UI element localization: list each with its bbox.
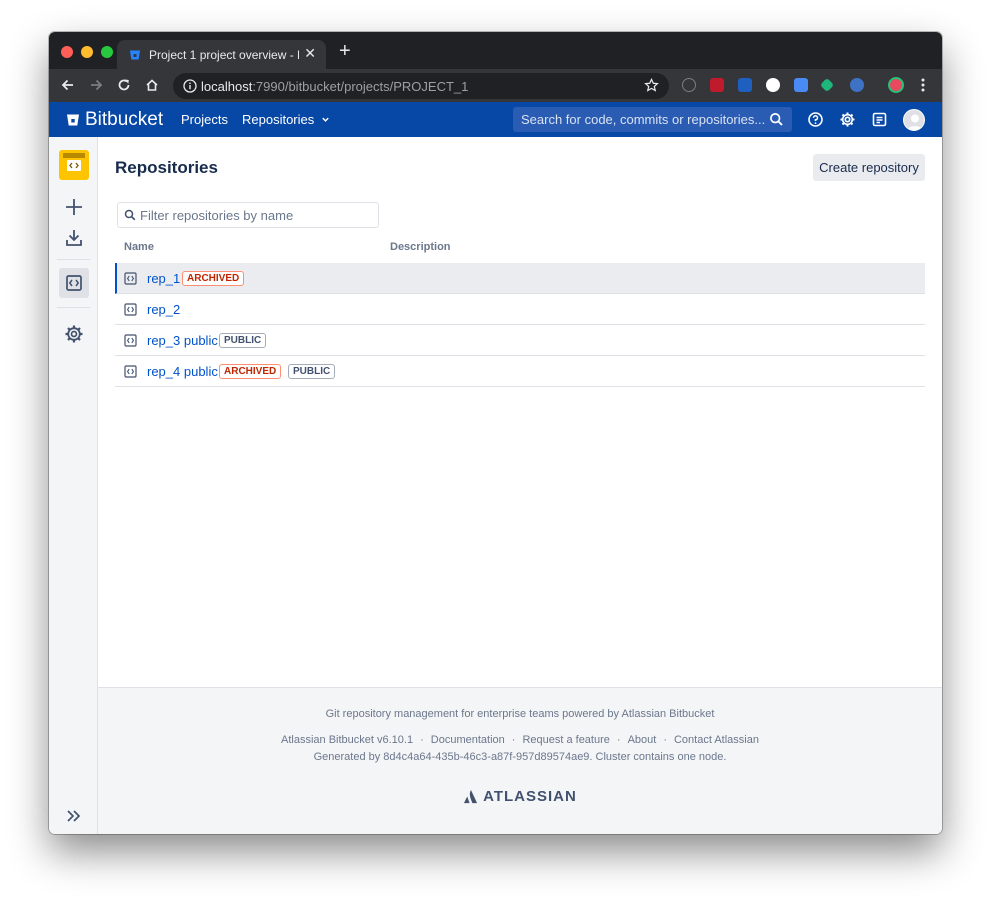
repo-name-link[interactable]: rep_4 public: [147, 364, 218, 379]
extension-shield-icon[interactable]: [738, 78, 752, 92]
public-badge: PUBLIC: [288, 364, 336, 379]
footer-links: Atlassian Bitbucket v6.10.1 · Documentatio…: [98, 734, 942, 746]
expand-sidebar-icon[interactable]: [59, 801, 89, 831]
archived-badge: ARCHIVED: [219, 364, 282, 379]
atlassian-wordmark: ATLASSIAN: [483, 788, 577, 805]
minimize-window-button[interactable]: [81, 46, 93, 58]
atlassian-logo[interactable]: ATLASSIAN: [98, 788, 942, 805]
filter-box[interactable]: [117, 202, 379, 228]
user-avatar[interactable]: [903, 109, 925, 131]
extension-ublock-icon[interactable]: [710, 78, 724, 92]
search-icon[interactable]: [769, 112, 784, 127]
footer-separator: ·: [420, 734, 424, 746]
extension-info-icon[interactable]: [682, 78, 696, 92]
repo-name-link[interactable]: rep_3 public: [147, 333, 218, 348]
extension-globe-icon[interactable]: [850, 78, 864, 92]
footer-version: Atlassian Bitbucket v6.10.1: [281, 734, 414, 746]
footer-separator: ·: [616, 734, 621, 746]
tab-strip: Project 1 project overview - Bitbu ✕ +: [49, 32, 942, 69]
project-code-icon: [63, 153, 85, 171]
footer-link-about[interactable]: About: [628, 734, 657, 746]
bitbucket-logo-icon: [67, 114, 79, 126]
public-badge: PUBLIC: [219, 333, 267, 348]
table-row[interactable]: rep_1 ARCHIVED: [115, 263, 925, 294]
repository-icon: [66, 275, 82, 291]
table-row[interactable]: rep_2: [115, 294, 925, 325]
filter-repositories-input[interactable]: [140, 206, 370, 224]
close-window-button[interactable]: [61, 46, 73, 58]
global-search[interactable]: Search for code, commits or repositories…: [513, 107, 792, 132]
atlassian-logo-icon: [464, 789, 478, 804]
address-bar[interactable]: localhost:7990/bitbucket/projects/PROJEC…: [173, 73, 669, 99]
nav-projects[interactable]: Projects: [181, 112, 228, 127]
sidebar-divider: [57, 307, 90, 308]
new-tab-icon[interactable]: +: [339, 41, 351, 61]
extension-translate-icon[interactable]: [794, 78, 808, 92]
browser-window: Project 1 project overview - Bitbu ✕ + l…: [49, 32, 942, 834]
browser-tab[interactable]: Project 1 project overview - Bitbu ✕: [117, 40, 326, 69]
bookmark-star-icon[interactable]: [644, 78, 659, 93]
bitbucket-logo[interactable]: Bitbucket: [66, 109, 163, 131]
repository-icon: [124, 365, 137, 378]
column-header-description: Description: [390, 241, 451, 253]
maximize-window-button[interactable]: [101, 46, 113, 58]
page-footer: Git repository management for enterprise…: [98, 687, 942, 834]
sidebar-divider: [57, 259, 90, 260]
clone-download-icon[interactable]: [59, 223, 89, 253]
page-title: Repositories: [115, 158, 218, 177]
tab-close-icon[interactable]: ✕: [304, 45, 316, 62]
footer-link-request-feature[interactable]: Request a feature: [522, 734, 609, 746]
table-row[interactable]: rep_3 public PUBLIC: [115, 325, 925, 356]
table-row[interactable]: rep_4 public ARCHIVED PUBLIC: [115, 356, 925, 387]
profile-avatar-icon[interactable]: [888, 77, 904, 93]
site-info-icon[interactable]: [183, 79, 197, 93]
reload-icon[interactable]: [116, 77, 132, 93]
footer-link-contact[interactable]: Contact Atlassian: [674, 734, 759, 746]
bitbucket-favicon-icon: [130, 50, 140, 60]
footer-tagline: Git repository management for enterprise…: [325, 708, 715, 720]
search-input[interactable]: Search for code, commits or repositories…: [521, 112, 765, 127]
footer-separator: ·: [663, 734, 667, 746]
column-header-name[interactable]: Name: [124, 241, 154, 253]
repository-icon: [124, 272, 137, 285]
logo-text: Bitbucket: [85, 109, 164, 130]
help-icon[interactable]: [807, 111, 824, 128]
tab-title: Project 1 project overview - Bitbu: [149, 48, 299, 62]
browser-menu-icon[interactable]: [915, 77, 931, 93]
back-icon[interactable]: [60, 77, 76, 93]
gear-icon[interactable]: [839, 111, 856, 128]
nav-repositories-label: Repositories: [242, 112, 315, 127]
repo-name-link[interactable]: rep_1: [147, 271, 180, 286]
repo-name-link[interactable]: rep_2: [147, 302, 180, 317]
footer-separator: ·: [511, 734, 516, 746]
archived-badge: ARCHIVED: [182, 271, 245, 286]
extension-pin-icon[interactable]: [819, 77, 835, 93]
forward-icon[interactable]: [88, 77, 104, 93]
browser-toolbar: localhost:7990/bitbucket/projects/PROJEC…: [49, 69, 942, 102]
footer-link-documentation[interactable]: Documentation: [431, 734, 505, 746]
home-icon[interactable]: [144, 77, 160, 93]
chevron-down-icon: [322, 117, 329, 122]
url-text: localhost:7990/bitbucket/projects/PROJEC…: [201, 79, 469, 94]
repository-icon: [124, 303, 137, 316]
project-sidebar: [49, 137, 98, 834]
nav-repositories[interactable]: Repositories: [242, 112, 330, 127]
search-icon: [124, 209, 136, 221]
project-avatar[interactable]: [59, 150, 89, 180]
create-icon[interactable]: [59, 192, 89, 222]
repository-icon: [124, 334, 137, 347]
extension-circle-icon[interactable]: [766, 78, 780, 92]
settings-gear-icon[interactable]: [59, 319, 89, 349]
footer-generated-info: Generated by 8d4c4a64-435b-46c3-a87f-957…: [313, 751, 727, 763]
create-repository-button[interactable]: Create repository: [813, 154, 925, 181]
user-avatar-icon: [907, 114, 923, 130]
sidebar-item-repositories[interactable]: [59, 268, 89, 298]
app-header: Bitbucket Projects Repositories Search f…: [49, 102, 942, 137]
main-content: Repositories Create repository Name Desc…: [98, 137, 942, 687]
notifications-icon[interactable]: [871, 111, 888, 128]
